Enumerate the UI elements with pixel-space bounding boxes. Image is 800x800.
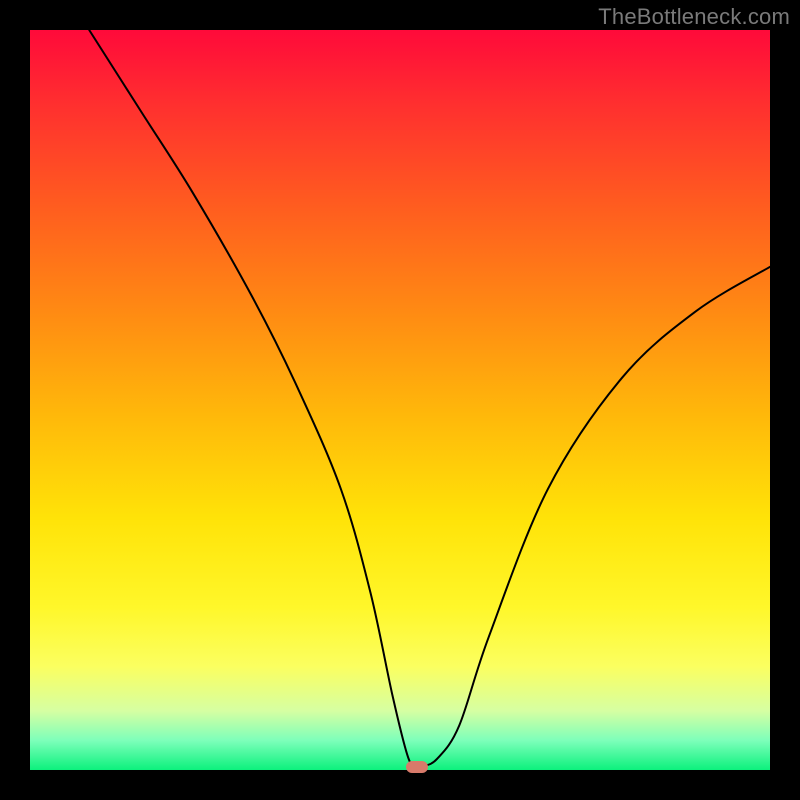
bottleneck-marker bbox=[406, 761, 428, 773]
curve-svg bbox=[30, 30, 770, 770]
credit-text: TheBottleneck.com bbox=[598, 4, 790, 30]
chart-frame: TheBottleneck.com bbox=[0, 0, 800, 800]
plot-area bbox=[30, 30, 770, 770]
bottleneck-curve bbox=[89, 30, 770, 767]
